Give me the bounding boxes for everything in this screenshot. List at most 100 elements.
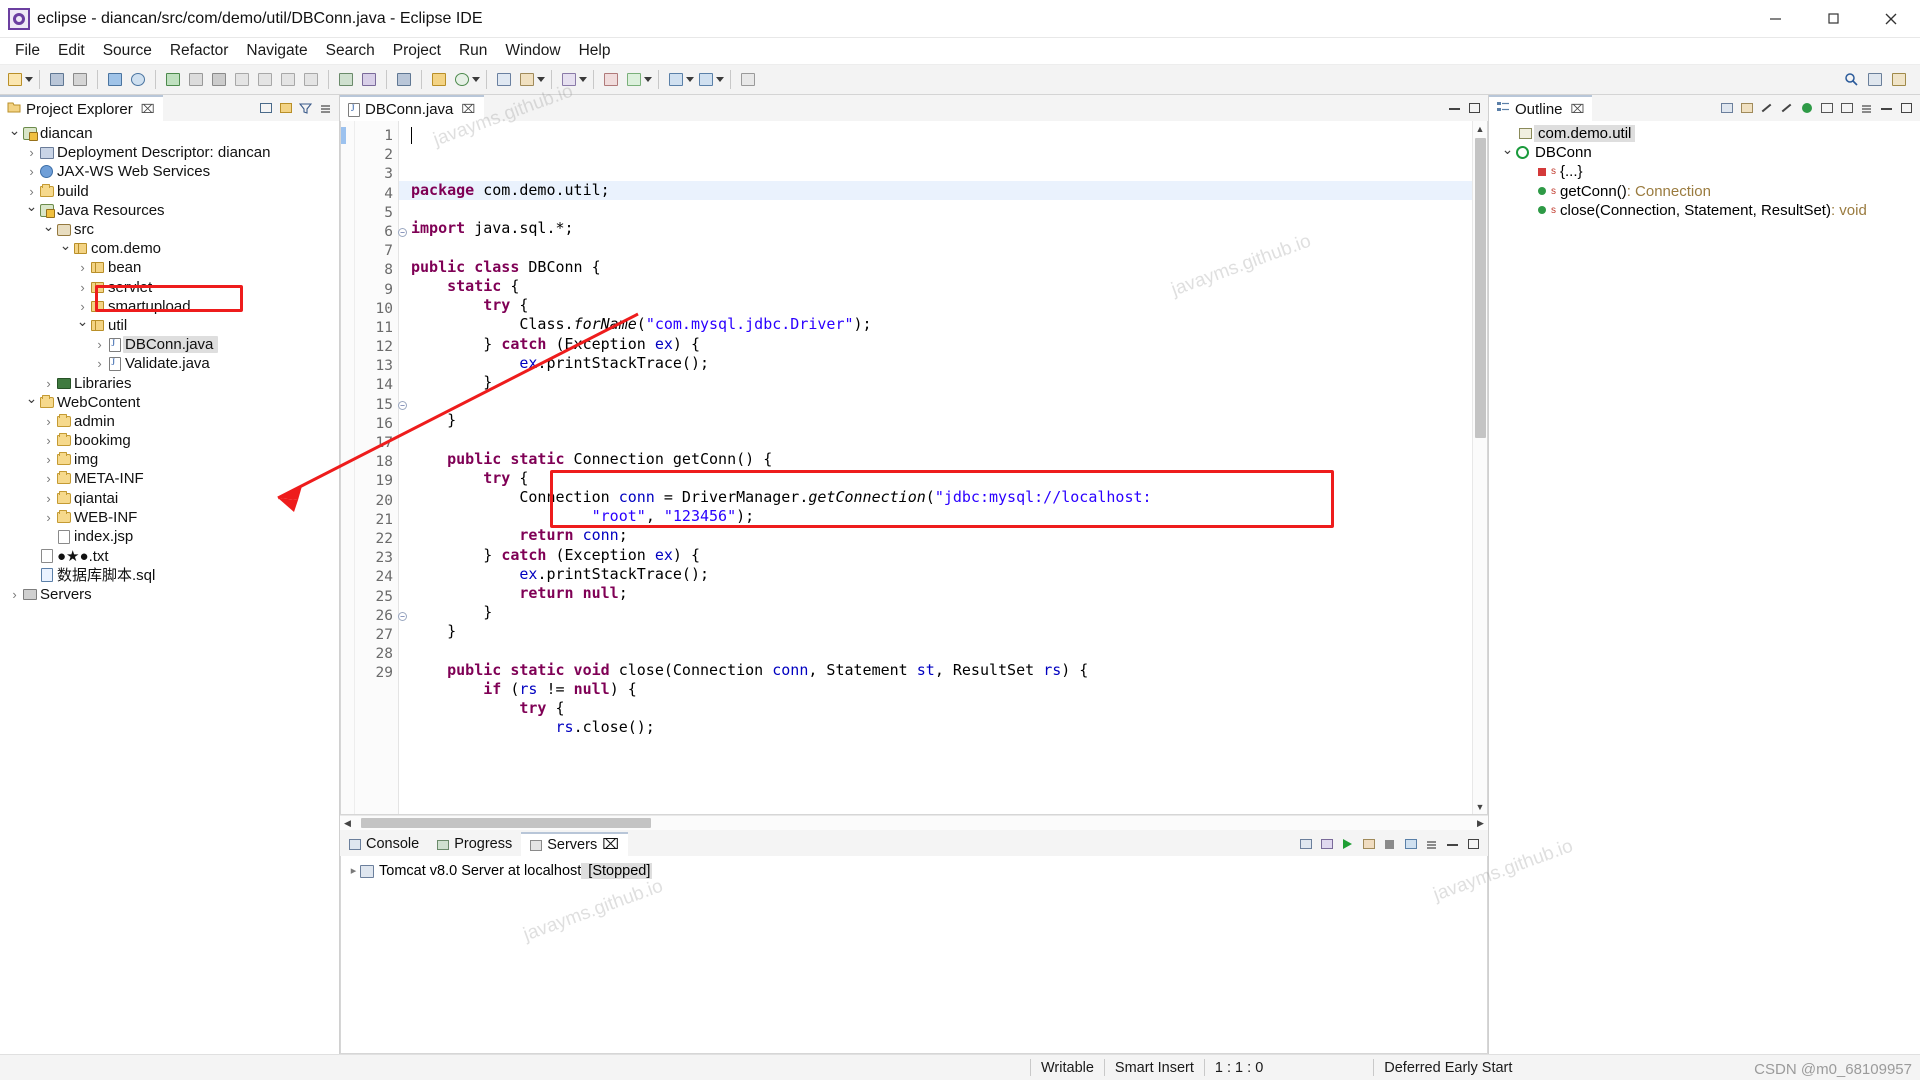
new-dropdown-caret-icon[interactable] (25, 77, 33, 82)
outline-item[interactable]: s{...} (1489, 162, 1920, 181)
code-line[interactable]: } (411, 622, 1472, 641)
expand-chevron-icon[interactable]: › (42, 377, 55, 390)
code-line[interactable] (411, 239, 1472, 258)
debug-server-icon[interactable] (358, 69, 380, 91)
tree-item-admin[interactable]: ›admin (0, 412, 339, 431)
forward-icon[interactable] (695, 69, 717, 91)
code-line[interactable]: import java.sql.*; (411, 219, 1472, 238)
print-icon[interactable] (69, 69, 91, 91)
menu-file[interactable]: File (6, 40, 49, 63)
new-server-icon[interactable] (1297, 836, 1314, 853)
open-perspective-icon[interactable] (1864, 69, 1886, 91)
expand-chevron-icon[interactable]: › (42, 453, 55, 466)
code-line[interactable]: "root", "123456"); (411, 507, 1472, 526)
annotation-ruler[interactable] (341, 121, 355, 814)
terminate-icon[interactable] (208, 69, 230, 91)
tree-item-sql[interactable]: 数据库脚本.sql (0, 565, 339, 584)
code-line[interactable]: return conn; (411, 526, 1472, 545)
tree-item-dbconn-java[interactable]: ›DBConn.java (0, 335, 339, 354)
horizontal-scroll-thumb[interactable] (361, 818, 651, 828)
build-all-icon[interactable] (104, 69, 126, 91)
skip-breakpoints-icon[interactable] (231, 69, 253, 91)
tree-item-com-demo[interactable]: ⌄com.demo (0, 239, 339, 258)
stop-icon[interactable] (1381, 836, 1398, 853)
code-line[interactable]: public static void close(Connection conn… (411, 661, 1472, 680)
collapse-chevron-icon[interactable]: ⌄ (59, 238, 72, 252)
annotation-prev-icon[interactable] (600, 69, 622, 91)
hide-local-icon[interactable] (1798, 100, 1815, 117)
code-text[interactable]: package com.demo.util; import java.sql.*… (399, 121, 1472, 814)
outline-item[interactable]: ⌄DBConn (1489, 143, 1920, 162)
view-menu-filter-icon[interactable] (297, 100, 314, 117)
expand-chevron-icon[interactable]: › (25, 146, 38, 159)
code-line[interactable]: public static Connection getConn() { (411, 450, 1472, 469)
link-with-editor-icon[interactable] (277, 100, 294, 117)
editor-horizontal-scrollbar[interactable]: ◀ ▶ (340, 815, 1488, 830)
back-icon[interactable] (665, 69, 687, 91)
menu-search[interactable]: Search (317, 40, 384, 63)
tree-item-qiantai[interactable]: ›qiantai (0, 489, 339, 508)
maximize-icon[interactable] (1466, 100, 1483, 117)
tree-item-servlet[interactable]: ›servlet (0, 278, 339, 297)
expand-chevron-icon[interactable]: › (76, 281, 89, 294)
collapse-chevron-icon[interactable]: ⌄ (76, 314, 89, 328)
maximize-icon[interactable] (1898, 100, 1915, 117)
annotation-next-icon[interactable] (623, 69, 645, 91)
tree-item-bean[interactable]: ›bean (0, 258, 339, 277)
outline-item[interactable]: com.demo.util (1489, 124, 1920, 143)
tree-item-validate-java[interactable]: ›Validate.java (0, 354, 339, 373)
close-icon[interactable]: ⌧ (1571, 102, 1585, 116)
code-line[interactable]: public class DBConn { (411, 258, 1472, 277)
java-ee-perspective-icon[interactable] (1888, 69, 1910, 91)
tree-item-deployment-descriptor-diancan[interactable]: ›Deployment Descriptor: diancan (0, 143, 339, 162)
tree-item-util[interactable]: ⌄util (0, 316, 339, 335)
collapse-chevron-icon[interactable]: ⌄ (25, 391, 38, 405)
code-line[interactable]: rs.close(); (411, 718, 1472, 737)
menu-navigate[interactable]: Navigate (237, 40, 316, 63)
external-tools-icon[interactable] (558, 69, 580, 91)
code-line[interactable] (411, 200, 1472, 219)
collapse-chevron-icon[interactable]: ⌄ (25, 199, 38, 213)
tree-item-bookimg[interactable]: ›bookimg (0, 431, 339, 450)
tab-console[interactable]: Console (340, 832, 428, 856)
code-line[interactable]: } (411, 603, 1472, 622)
tree-item-web-inf[interactable]: ›WEB-INF (0, 508, 339, 527)
scroll-down-icon[interactable]: ▼ (1473, 799, 1488, 814)
vertical-scroll-thumb[interactable] (1475, 138, 1486, 438)
tab-servers[interactable]: Servers ⌧ (521, 832, 628, 856)
tab-project-explorer[interactable]: Project Explorer ⌧ (0, 95, 163, 121)
new-class-icon[interactable] (451, 69, 473, 91)
code-line[interactable]: try { (411, 469, 1472, 488)
menu-refactor[interactable]: Refactor (161, 40, 238, 63)
menu-project[interactable]: Project (384, 40, 450, 63)
code-line[interactable]: Class.forName("com.mysql.jdbc.Driver"); (411, 315, 1472, 334)
maximize-icon[interactable] (1465, 836, 1482, 853)
expand-chevron-icon[interactable]: ▸ (347, 866, 360, 877)
expand-chevron-icon[interactable]: › (42, 492, 55, 505)
code-line[interactable]: ex.printStackTrace(); (411, 565, 1472, 584)
save-icon[interactable] (46, 69, 68, 91)
tree-item-src[interactable]: ⌄src (0, 220, 339, 239)
annotation-caret-icon[interactable] (644, 77, 652, 82)
step-into-icon[interactable] (254, 69, 276, 91)
step-return-icon[interactable] (300, 69, 322, 91)
close-icon[interactable]: ⌧ (602, 837, 619, 853)
collapse-chevron-icon[interactable]: ⌄ (8, 123, 21, 137)
code-line[interactable] (411, 392, 1472, 411)
pin-editor-icon[interactable] (737, 69, 759, 91)
maximize-button[interactable] (1804, 0, 1862, 38)
tree-item-diancan[interactable]: ⌄diancan (0, 124, 339, 143)
expand-chevron-icon[interactable]: › (8, 588, 21, 601)
code-line[interactable]: static { (411, 277, 1472, 296)
code-line[interactable]: try { (411, 699, 1472, 718)
forward-caret-icon[interactable] (716, 77, 724, 82)
code-line[interactable]: if (rs != null) { (411, 680, 1472, 699)
expand-chevron-icon[interactable]: › (42, 472, 55, 485)
code-line[interactable]: } (411, 411, 1472, 430)
code-line[interactable] (411, 642, 1472, 661)
tree-item-txt[interactable]: ●★●.txt (0, 546, 339, 565)
search-type-caret-icon[interactable] (537, 77, 545, 82)
editor-vertical-scrollbar[interactable]: ▲ ▼ (1472, 121, 1487, 814)
servers-list[interactable]: ▸ Tomcat v8.0 Server at localhost [Stopp… (340, 856, 1488, 1054)
code-line[interactable]: try { (411, 296, 1472, 315)
